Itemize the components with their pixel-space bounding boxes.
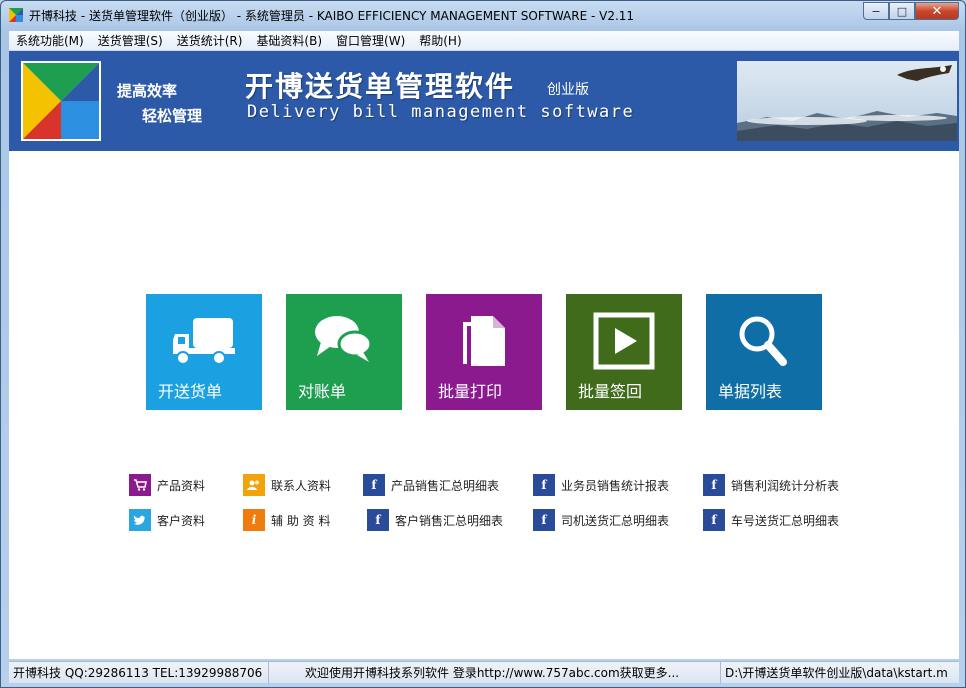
link-customer-sales-summary[interactable]: f 客户销售汇总明细表 <box>367 509 503 531</box>
app-window: 开博科技 - 送货单管理软件（创业版） - 系统管理员 - KAIBO EFFI… <box>0 0 966 688</box>
link-label: 客户资料 <box>157 513 206 528</box>
close-button[interactable]: ✕ <box>915 2 959 20</box>
slogan-line-1: 提高效率 <box>117 82 178 100</box>
tile-bill-list[interactable]: 单据列表 <box>706 294 822 410</box>
tile-batch-signback[interactable]: 批量签回 <box>566 294 682 410</box>
product-title: 开博送货单管理软件 <box>245 70 516 103</box>
menu-basic-data[interactable]: 基础资料(B) <box>249 31 329 51</box>
window-title: 开博科技 - 送货单管理软件（创业版） - 系统管理员 - KAIBO EFFI… <box>29 9 635 23</box>
menu-window[interactable]: 窗口管理(W) <box>329 31 412 51</box>
link-label: 客户销售汇总明细表 <box>395 513 504 528</box>
link-label: 产品销售汇总明细表 <box>391 478 500 493</box>
link-vehicle-delivery-summary[interactable]: f 车号送货汇总明细表 <box>703 509 839 531</box>
status-welcome: 欢迎使用开博科技系列软件 登录http://www.757abc.com获取更多… <box>269 662 721 684</box>
minimize-button[interactable]: − <box>863 2 889 20</box>
tile-label: 批量签回 <box>578 382 643 401</box>
tile-label: 批量打印 <box>438 382 503 401</box>
facebook-icon: f <box>363 474 385 496</box>
facebook-icon: f <box>703 509 725 531</box>
link-customer-data[interactable]: 客户资料 <box>129 509 205 531</box>
facebook-icon: f <box>367 509 389 531</box>
main-content: 开送货单 对账单 批量打印 批量签回 单据列表 产品资料 联系人资料 f 产品销… <box>9 151 959 659</box>
tile-label: 开送货单 <box>158 382 223 401</box>
menu-statistics[interactable]: 送货统计(R) <box>170 31 250 51</box>
facebook-icon: f <box>703 474 725 496</box>
link-label: 产品资料 <box>157 478 206 493</box>
facebook-icon: f <box>533 509 555 531</box>
window-controls: − □ ✕ <box>863 2 959 20</box>
title-bar[interactable]: 开博科技 - 送货单管理软件（创业版） - 系统管理员 - KAIBO EFFI… <box>1 1 965 29</box>
maximize-button[interactable]: □ <box>889 2 915 20</box>
link-label: 司机送货汇总明细表 <box>561 513 670 528</box>
quick-tiles: 开送货单 对账单 批量打印 批量签回 单据列表 <box>146 294 846 410</box>
magnifier-icon <box>706 312 822 370</box>
status-company: 开博科技 QQ:29286113 TEL:13929988706 <box>9 662 269 684</box>
twitter-icon <box>129 509 151 531</box>
report-links: 产品资料 联系人资料 f 产品销售汇总明细表 f 业务员销售统计报表 f 销售利… <box>129 474 889 534</box>
link-label: 业务员销售统计报表 <box>561 478 670 493</box>
tile-new-delivery[interactable]: 开送货单 <box>146 294 262 410</box>
product-subtitle: Delivery bill management software <box>247 102 635 122</box>
link-label: 销售利润统计分析表 <box>731 478 840 493</box>
truck-icon <box>146 312 262 370</box>
link-product-data[interactable]: 产品资料 <box>129 474 205 496</box>
link-product-sales-summary[interactable]: f 产品销售汇总明细表 <box>363 474 499 496</box>
menu-delivery[interactable]: 送货管理(S) <box>91 31 170 51</box>
tile-statement[interactable]: 对账单 <box>286 294 402 410</box>
play-icon <box>566 312 682 370</box>
info-icon: i <box>243 509 265 531</box>
link-contacts[interactable]: 联系人资料 <box>243 474 331 496</box>
link-auxiliary-data[interactable]: i 辅 助 资 料 <box>243 509 330 531</box>
app-logo-icon <box>9 8 23 22</box>
menu-help[interactable]: 帮助(H) <box>412 31 468 51</box>
tile-label: 单据列表 <box>718 382 783 401</box>
chat-bubbles-icon <box>286 312 402 370</box>
link-label: 联系人资料 <box>271 478 332 493</box>
menu-bar: 系统功能(M) 送货管理(S) 送货统计(R) 基础资料(B) 窗口管理(W) … <box>9 31 959 51</box>
link-label: 车号送货汇总明细表 <box>731 513 840 528</box>
header-banner: 提高效率 轻松管理 开博送货单管理软件 创业版 Delivery bill ma… <box>9 51 959 151</box>
cart-icon <box>129 474 151 496</box>
tile-batch-print[interactable]: 批量打印 <box>426 294 542 410</box>
contacts-icon <box>243 474 265 496</box>
status-path: D:\开博送货单软件创业版\data\kstart.m <box>725 666 948 680</box>
link-profit-analysis[interactable]: f 销售利润统计分析表 <box>703 474 839 496</box>
documents-icon <box>426 312 542 370</box>
facebook-icon: f <box>533 474 555 496</box>
link-salesman-report[interactable]: f 业务员销售统计报表 <box>533 474 669 496</box>
link-driver-delivery-summary[interactable]: f 司机送货汇总明细表 <box>533 509 669 531</box>
slogan-line-2: 轻松管理 <box>142 107 203 125</box>
edition-label: 创业版 <box>547 82 589 98</box>
tile-label: 对账单 <box>298 382 347 401</box>
menu-system[interactable]: 系统功能(M) <box>9 31 91 51</box>
eagle-mountain-image <box>737 61 957 141</box>
brand-logo-icon <box>21 61 101 141</box>
status-bar: 开博科技 QQ:29286113 TEL:13929988706 欢迎使用开博科… <box>9 661 959 684</box>
link-label: 辅 助 资 料 <box>271 513 331 528</box>
